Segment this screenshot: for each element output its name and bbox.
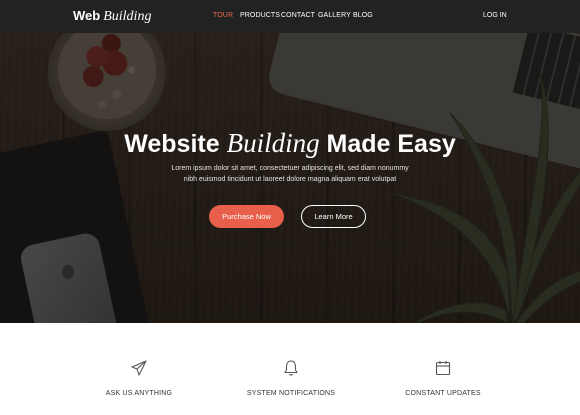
- hero-subtitle: Lorem ipsum dolor sit amet, consectetuer…: [171, 165, 409, 183]
- features-section: ASK US ANYTHING SYSTEM NOTIFICATIONS CON…: [0, 323, 580, 415]
- purchase-now-button[interactable]: Purchase Now: [209, 205, 284, 228]
- paper-plane-icon: [131, 360, 147, 376]
- learn-more-button[interactable]: Learn More: [301, 205, 366, 228]
- nav-item-products[interactable]: PRODUCTS: [240, 12, 280, 19]
- hero-title-italic: Building: [226, 128, 320, 158]
- hero-title-part-1: Website: [124, 130, 220, 158]
- brand-word-2: Building: [103, 9, 152, 24]
- nav-item-tour[interactable]: TOUR: [213, 12, 233, 19]
- feature-label: CONSTANT UPDATES: [405, 390, 481, 397]
- nav-item-contact[interactable]: CONTACT: [281, 12, 315, 19]
- hero-title-part-2: Made Easy: [326, 130, 456, 158]
- nav-item-blog[interactable]: BLOG: [353, 12, 373, 19]
- page: Web Building TOUR PRODUCTS CONTACT GALLER…: [0, 0, 580, 415]
- nav-item-gallery[interactable]: GALLERY: [318, 12, 351, 19]
- brand-word-1: Web: [73, 8, 101, 23]
- hero-section: Website Building Made Easy Lorem ipsum d…: [0, 33, 580, 323]
- brand-logo[interactable]: Web Building: [73, 8, 151, 25]
- login-link[interactable]: LOG IN: [483, 12, 507, 19]
- calendar-icon: [435, 361, 451, 376]
- feature-label: ASK US ANYTHING: [105, 390, 173, 397]
- navbar: Web Building TOUR PRODUCTS CONTACT GALLER…: [0, 0, 580, 33]
- feature-label: SYSTEM NOTIFICATIONS: [246, 390, 336, 397]
- bell-icon: [284, 360, 298, 376]
- hero-title: Website Building Made Easy: [0, 128, 580, 159]
